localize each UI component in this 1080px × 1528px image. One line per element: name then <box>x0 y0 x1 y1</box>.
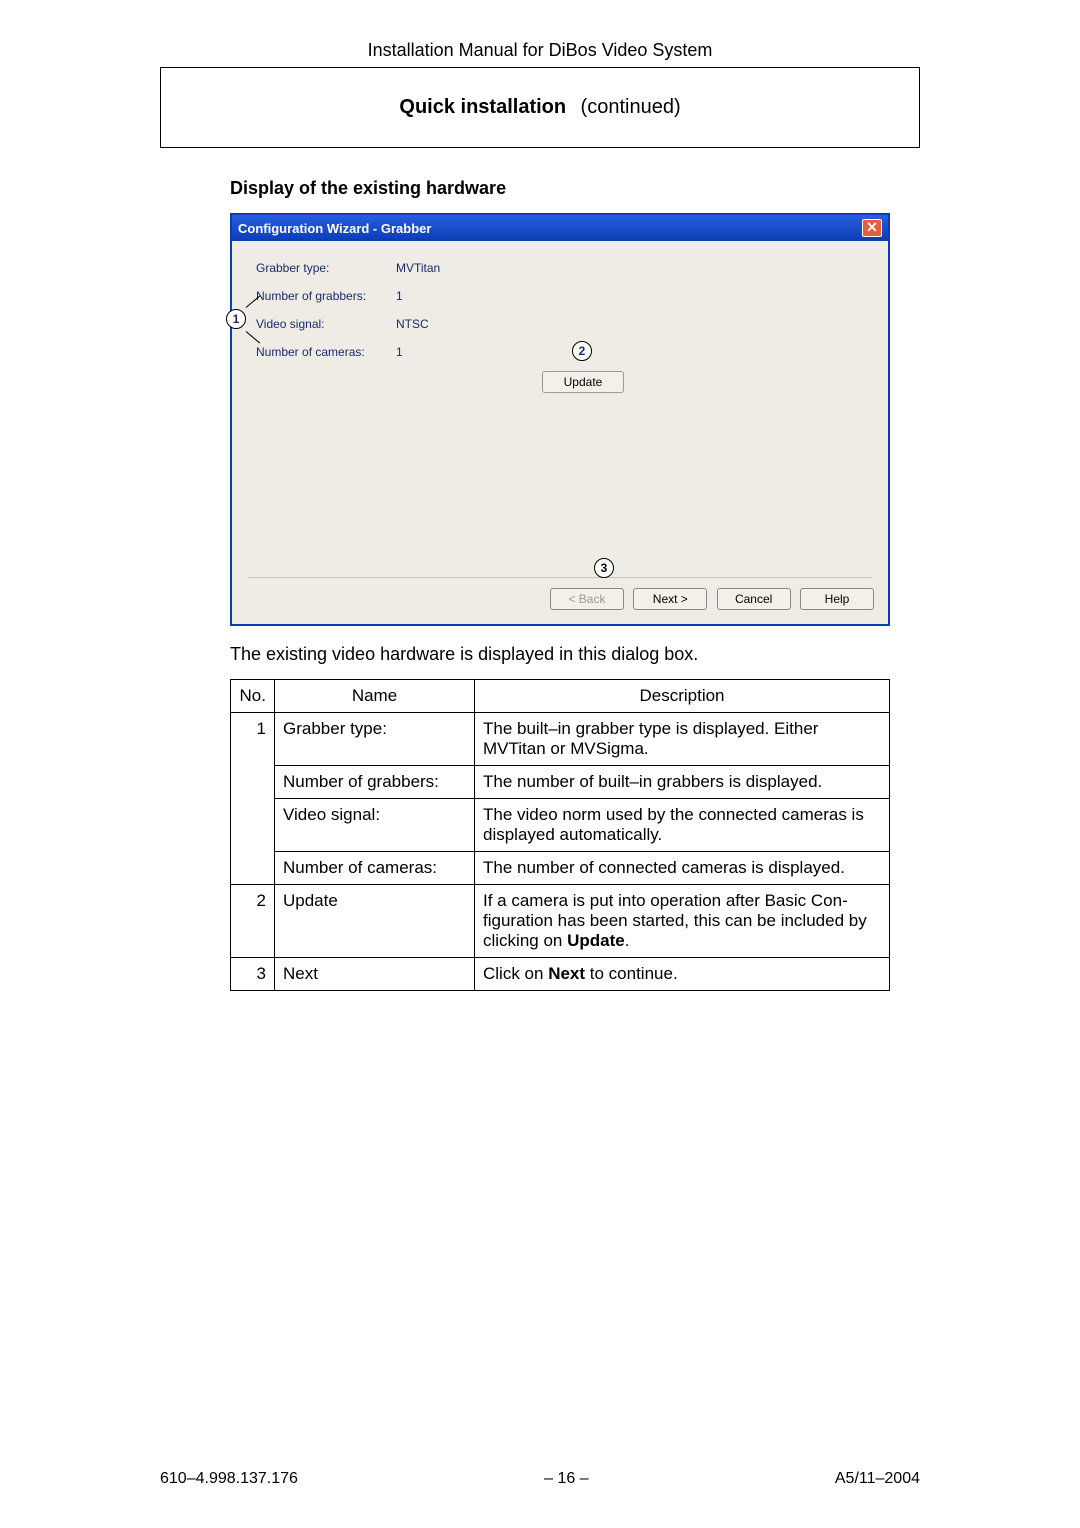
callout-line <box>246 331 260 343</box>
footer-center: – 16 – <box>544 1470 588 1488</box>
cell-name: Video signal: <box>275 799 475 852</box>
th-no: No. <box>231 680 275 713</box>
cell-desc: The number of connected cameras is displ… <box>475 852 890 885</box>
section-title-box: Quick installation (continued) <box>160 68 920 148</box>
table-row: Number of cameras: The number of connect… <box>231 852 890 885</box>
value-video-signal: NTSC <box>396 317 496 331</box>
description-table: No. Name Description 1 Grabber type: The… <box>230 679 890 991</box>
table-row: Number of grabbers: The number of built–… <box>231 766 890 799</box>
th-name: Name <box>275 680 475 713</box>
desc-pre: If a camera is put into operation after … <box>483 891 867 950</box>
desc-bold: Next <box>548 964 585 983</box>
callout-1: 1 <box>226 309 246 329</box>
callout-3: 3 <box>594 558 614 578</box>
cell-desc: The built–in grabber type is displayed. … <box>475 713 890 766</box>
cell-no: 1 <box>231 713 275 766</box>
dialog-body: Grabber type: MVTitan Number of grabbers… <box>232 241 888 571</box>
hw-row: Grabber type: MVTitan <box>256 261 864 275</box>
cell-name: Grabber type: <box>275 713 475 766</box>
value-grabber-type: MVTitan <box>396 261 496 275</box>
cell-name: Number of grabbers: <box>275 766 475 799</box>
dialog-footer: 3 < Back Next > Cancel Help <box>232 578 888 624</box>
next-button[interactable]: Next > <box>633 588 707 610</box>
footer-left: 610–4.998.137.176 <box>160 1470 298 1488</box>
cell-name: Update <box>275 885 475 958</box>
value-num-grabbers: 1 <box>396 289 496 303</box>
callout-2: 2 <box>572 341 592 361</box>
cell-no <box>231 852 275 885</box>
cell-no <box>231 799 275 852</box>
cell-name: Next <box>275 958 475 991</box>
dialog-title: Configuration Wizard - Grabber <box>238 221 431 236</box>
cell-desc: Click on Next to continue. <box>475 958 890 991</box>
th-desc: Description <box>475 680 890 713</box>
table-row: Video signal: The video norm used by the… <box>231 799 890 852</box>
cell-desc: The number of built–in grabbers is displ… <box>475 766 890 799</box>
dialog-titlebar: Configuration Wizard - Grabber ✕ <box>232 215 888 241</box>
footer-right: A5/11–2004 <box>835 1470 920 1488</box>
cell-no <box>231 766 275 799</box>
desc-post: . <box>625 931 630 950</box>
table-row: 3 Next Click on Next to continue. <box>231 958 890 991</box>
page-footer: 610–4.998.137.176 – 16 – A5/11–2004 <box>160 1470 920 1488</box>
cancel-button[interactable]: Cancel <box>717 588 791 610</box>
cell-no: 2 <box>231 885 275 958</box>
caption-text: The existing video hardware is displayed… <box>230 644 920 665</box>
cell-name: Number of cameras: <box>275 852 475 885</box>
cell-desc: The video norm used by the connected cam… <box>475 799 890 852</box>
cell-desc: If a camera is put into operation after … <box>475 885 890 958</box>
label-video-signal: Video signal: <box>256 317 396 331</box>
table-header-row: No. Name Description <box>231 680 890 713</box>
cell-no: 3 <box>231 958 275 991</box>
desc-bold: Update <box>567 931 625 950</box>
label-num-grabbers: Number of grabbers: <box>256 289 396 303</box>
update-button[interactable]: Update <box>542 371 624 393</box>
section-title-continued: (continued) <box>581 96 681 118</box>
hw-row: Video signal: NTSC <box>256 317 864 331</box>
table-row: 1 Grabber type: The built–in grabber typ… <box>231 713 890 766</box>
page-header: Installation Manual for DiBos Video Syst… <box>160 40 920 68</box>
section-title: Quick installation <box>399 96 566 118</box>
hw-row: Number of cameras: 1 <box>256 345 864 359</box>
close-icon[interactable]: ✕ <box>862 219 882 237</box>
value-num-cameras: 1 <box>396 345 496 359</box>
desc-pre: Click on <box>483 964 548 983</box>
hw-row: Number of grabbers: 1 <box>256 289 864 303</box>
label-grabber-type: Grabber type: <box>256 261 396 275</box>
config-wizard-dialog: Configuration Wizard - Grabber ✕ Grabber… <box>230 213 890 626</box>
help-button[interactable]: Help <box>800 588 874 610</box>
back-button: < Back <box>550 588 624 610</box>
label-num-cameras: Number of cameras: <box>256 345 396 359</box>
subheading: Display of the existing hardware <box>230 178 920 199</box>
table-row: 2 Update If a camera is put into operati… <box>231 885 890 958</box>
desc-post: to continue. <box>585 964 678 983</box>
